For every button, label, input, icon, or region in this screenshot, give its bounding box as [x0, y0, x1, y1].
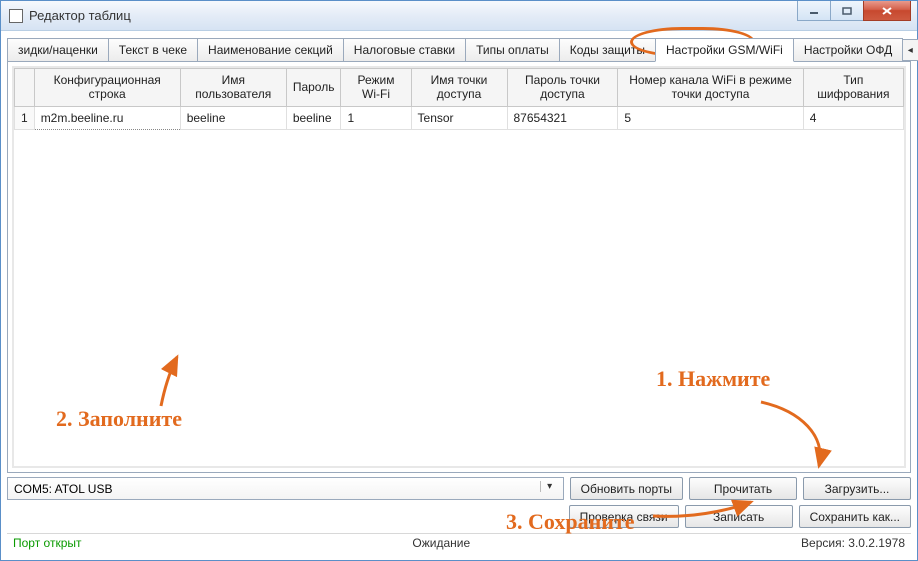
tab-section-names[interactable]: Наименование секций: [197, 38, 344, 62]
minimize-icon: [809, 7, 819, 15]
cell-encryption[interactable]: 4: [803, 106, 903, 129]
tab-discounts[interactable]: зидки/наценки: [7, 38, 109, 62]
cell-ap-password[interactable]: 87654321: [507, 106, 618, 129]
write-button[interactable]: Записать: [685, 505, 793, 528]
tab-payment-types[interactable]: Типы оплаты: [465, 38, 560, 62]
minimize-button[interactable]: [797, 1, 831, 21]
tab-receipt-text[interactable]: Текст в чеке: [108, 38, 198, 62]
refresh-ports-button[interactable]: Обновить порты: [570, 477, 683, 500]
bottom-panel: COM5: ATOL USB Обновить порты Прочитать …: [7, 473, 911, 533]
col-ap-password[interactable]: Пароль точки доступа: [507, 69, 618, 107]
col-wifi-channel[interactable]: Номер канала WiFi в режиме точки доступа: [618, 69, 803, 107]
load-button[interactable]: Загрузить...: [803, 477, 911, 500]
port-combo-value: COM5: ATOL USB: [14, 482, 112, 496]
tab-ofd[interactable]: Настройки ОФД: [793, 38, 903, 62]
table-inner: Конфигурационная строка Имя пользователя…: [12, 66, 906, 468]
cell-config-string[interactable]: m2m.beeline.ru: [34, 106, 180, 129]
col-wifi-mode[interactable]: Режим Wi-Fi: [341, 69, 411, 107]
status-version: Версия: 3.0.2.1978: [801, 536, 905, 550]
save-as-button[interactable]: Сохранить как...: [799, 505, 911, 528]
window-controls: [797, 1, 917, 21]
tabstrip: зидки/наценки Текст в чеке Наименование …: [7, 37, 911, 61]
cell-rownum: 1: [15, 106, 35, 129]
cell-wifi-channel[interactable]: 5: [618, 106, 803, 129]
col-password[interactable]: Пароль: [286, 69, 341, 107]
cell-wifi-mode[interactable]: 1: [341, 106, 411, 129]
close-icon: [881, 6, 893, 16]
col-ap-name[interactable]: Имя точки доступа: [411, 69, 507, 107]
tab-gsm-wifi[interactable]: Настройки GSM/WiFi: [655, 38, 794, 62]
cell-ap-name[interactable]: Tensor: [411, 106, 507, 129]
tab-tax-rates[interactable]: Налоговые ставки: [343, 38, 466, 62]
window: Редактор таблиц зидки/наценки Текст в че…: [0, 0, 918, 561]
col-config-string[interactable]: Конфигурационная строка: [34, 69, 180, 107]
col-username[interactable]: Имя пользователя: [180, 69, 286, 107]
maximize-button[interactable]: [830, 1, 864, 21]
col-rownum: [15, 69, 35, 107]
status-bar: Порт открыт Ожидание Версия: 3.0.2.1978: [7, 533, 911, 554]
tab-protection-codes[interactable]: Коды защиты: [559, 38, 656, 62]
bottom-row-2: Проверка связи Записать Сохранить как...: [7, 505, 911, 528]
app-icon: [9, 9, 23, 23]
table-frame: Конфигурационная строка Имя пользователя…: [7, 61, 911, 473]
titlebar: Редактор таблиц: [1, 1, 917, 31]
grid-row[interactable]: 1 m2m.beeline.ru beeline beeline 1 Tenso…: [15, 106, 904, 129]
client-area: зидки/наценки Текст в чеке Наименование …: [1, 31, 917, 560]
window-title: Редактор таблиц: [29, 8, 131, 23]
check-connection-button[interactable]: Проверка связи: [569, 505, 679, 528]
tab-scroll-nav: ◂ ▸: [902, 39, 918, 61]
settings-grid[interactable]: Конфигурационная строка Имя пользователя…: [14, 68, 904, 130]
cell-password[interactable]: beeline: [286, 106, 341, 129]
status-state: Ожидание: [82, 536, 802, 550]
read-button[interactable]: Прочитать: [689, 477, 797, 500]
grid-empty-area: [14, 130, 904, 466]
bottom-row-1: COM5: ATOL USB Обновить порты Прочитать …: [7, 477, 911, 500]
tab-scroll-left[interactable]: ◂: [901, 39, 918, 61]
close-button[interactable]: [863, 1, 911, 21]
grid-header-row: Конфигурационная строка Имя пользователя…: [15, 69, 904, 107]
status-port: Порт открыт: [13, 536, 82, 550]
port-combo[interactable]: COM5: ATOL USB: [7, 477, 564, 500]
cell-username[interactable]: beeline: [180, 106, 286, 129]
maximize-icon: [842, 7, 852, 15]
col-encryption[interactable]: Тип шифрования: [803, 69, 903, 107]
